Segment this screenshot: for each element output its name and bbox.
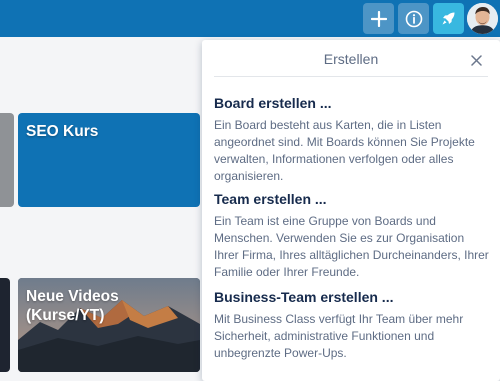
- close-button[interactable]: [467, 51, 485, 69]
- rocket-icon: [442, 12, 455, 25]
- create-team-option[interactable]: Team erstellen ... Ein Team ist eine Gru…: [214, 191, 490, 281]
- option-description: Ein Team ist eine Gruppe von Boards und …: [214, 214, 489, 279]
- create-business-team-option[interactable]: Business-Team erstellen ... Mit Business…: [214, 289, 490, 362]
- option-heading: Team erstellen ...: [214, 191, 327, 207]
- option-description: Mit Business Class verfügt Ihr Team über…: [214, 312, 464, 360]
- create-popover: Erstellen Board erstellen ... Ein Board …: [202, 40, 500, 381]
- notifications-button[interactable]: [433, 3, 464, 34]
- create-board-option[interactable]: Board erstellen ... Ein Board besteht au…: [214, 95, 490, 185]
- info-button[interactable]: [398, 3, 429, 34]
- avatar-photo: [467, 3, 498, 34]
- option-description: Ein Board besteht aus Karten, die in Lis…: [214, 118, 475, 183]
- plus-icon: [370, 10, 387, 27]
- top-header-bar: [0, 0, 500, 37]
- option-heading: Board erstellen ...: [214, 95, 332, 111]
- info-icon: [405, 10, 422, 27]
- board-tile-partial[interactable]: [0, 113, 14, 207]
- close-icon: [470, 54, 482, 66]
- option-heading: Business-Team erstellen ...: [214, 289, 394, 305]
- divider: [214, 76, 488, 77]
- create-button[interactable]: [363, 3, 394, 34]
- board-title: Neue Videos (Kurse/YT): [26, 288, 119, 324]
- board-tile-seo-kurs[interactable]: SEO Kurs: [18, 113, 200, 207]
- user-avatar[interactable]: [467, 3, 498, 34]
- board-tile-neue-videos[interactable]: Neue Videos (Kurse/YT): [18, 278, 200, 372]
- board-tile-partial[interactable]: [0, 278, 10, 372]
- board-title: SEO Kurs: [26, 123, 99, 140]
- popover-title: Erstellen: [323, 51, 379, 67]
